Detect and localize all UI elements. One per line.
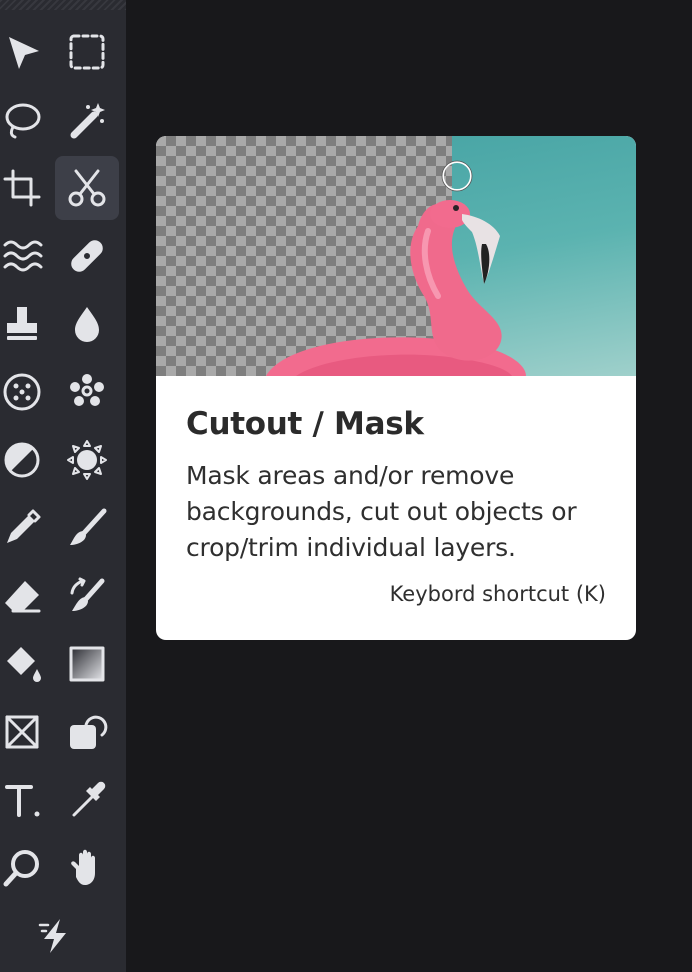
tool-shape[interactable]: [55, 700, 119, 764]
lightning-icon: [38, 919, 66, 953]
tool-dodge[interactable]: [0, 428, 54, 492]
drop-icon: [75, 307, 99, 342]
text-icon: [5, 785, 40, 817]
frame-icon: [5, 715, 39, 749]
tool-pen[interactable]: [0, 496, 54, 560]
tool-zoom[interactable]: [0, 836, 54, 900]
stamp-icon: [7, 307, 37, 340]
tool-sponge[interactable]: [55, 428, 119, 492]
tool-pattern[interactable]: [0, 360, 54, 424]
tool-clone[interactable]: [0, 292, 54, 356]
rect-select-icon: [69, 34, 105, 70]
tool-liquify[interactable]: [0, 224, 54, 288]
tooltip-title: Cutout / Mask: [186, 406, 424, 442]
tool-fill[interactable]: [0, 632, 54, 696]
tool-tooltip: Cutout / Mask Mask areas and/or remove b…: [156, 136, 636, 640]
waves-icon: [3, 240, 43, 272]
bandage-icon: [71, 240, 103, 272]
tool-brush[interactable]: [55, 496, 119, 560]
tool-cutout[interactable]: [55, 156, 119, 220]
crop-icon: [3, 169, 41, 207]
tool-replace-color[interactable]: [55, 564, 119, 628]
tooltip-description: Mask areas and/or remove backgrounds, cu…: [186, 461, 577, 562]
lasso-icon: [5, 103, 41, 139]
tool-effects[interactable]: [55, 360, 119, 424]
bucket-icon: [7, 647, 41, 682]
panel-drag-handle[interactable]: [0, 0, 126, 10]
tools-panel: [0, 0, 126, 972]
shape-icon: [70, 715, 108, 749]
pointer-icon: [9, 37, 39, 69]
half-circle-icon: [4, 442, 40, 478]
dots-circle-icon: [3, 373, 41, 411]
sun-icon: [67, 440, 107, 480]
tool-eraser[interactable]: [0, 564, 54, 628]
cluster-icon: [70, 374, 104, 406]
tool-eyedropper[interactable]: [55, 768, 119, 832]
tool-heal[interactable]: [55, 224, 119, 288]
magnifier-icon: [3, 850, 39, 887]
tool-gradient[interactable]: [55, 632, 119, 696]
tool-quick-actions[interactable]: [23, 904, 87, 968]
tool-lasso[interactable]: [0, 88, 54, 152]
tool-text[interactable]: [0, 768, 54, 832]
magic-wand-icon: [70, 103, 105, 139]
tool-marquee[interactable]: [55, 20, 119, 84]
tool-select[interactable]: [0, 20, 54, 84]
tool-crop[interactable]: [0, 156, 54, 220]
tool-hand[interactable]: [55, 836, 119, 900]
brush-icon: [70, 508, 107, 545]
scissors-icon: [68, 169, 106, 207]
brush-swap-icon: [70, 577, 105, 611]
tooltip-shortcut: Keybord shortcut (K): [389, 582, 606, 606]
tooltip-preview-image: [156, 136, 636, 376]
eraser-icon: [5, 581, 41, 613]
gradient-icon: [69, 646, 105, 682]
pen-icon: [7, 509, 41, 543]
hand-icon: [71, 849, 95, 885]
tool-frame[interactable]: [0, 700, 54, 764]
tool-blur[interactable]: [55, 292, 119, 356]
flamingo-float-illustration: [266, 160, 526, 376]
tool-magic-wand[interactable]: [55, 88, 119, 152]
eyedropper-icon: [72, 781, 106, 817]
